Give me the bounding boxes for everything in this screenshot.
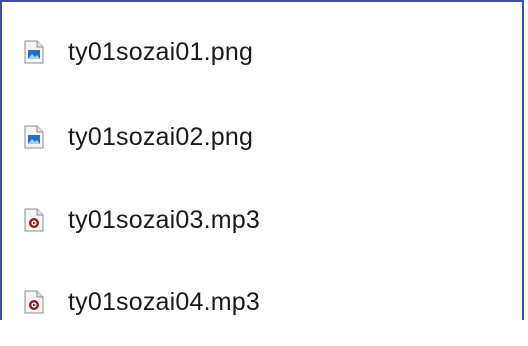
- file-item-ty01sozai02-png[interactable]: ty01sozai02.png: [24, 117, 253, 157]
- audio-file-icon: [24, 208, 44, 232]
- file-name: ty01sozai03.mp3: [68, 205, 261, 234]
- file-item-ty01sozai03-mp3[interactable]: ty01sozai03.mp3: [24, 200, 260, 240]
- file-explorer-pane: ty01sozai01.png ty01sozai02.png ty01soza…: [0, 0, 524, 320]
- file-item-ty01sozai01-png[interactable]: ty01sozai01.png: [24, 32, 253, 72]
- file-name: ty01sozai04.mp3: [68, 287, 261, 316]
- file-name: ty01sozai01.png: [68, 37, 254, 66]
- file-item-ty01sozai04-mp3[interactable]: ty01sozai04.mp3: [24, 282, 260, 322]
- image-file-icon: [24, 125, 44, 149]
- file-name: ty01sozai02.png: [68, 122, 254, 151]
- image-file-icon: [24, 40, 44, 64]
- audio-file-icon: [24, 290, 44, 314]
